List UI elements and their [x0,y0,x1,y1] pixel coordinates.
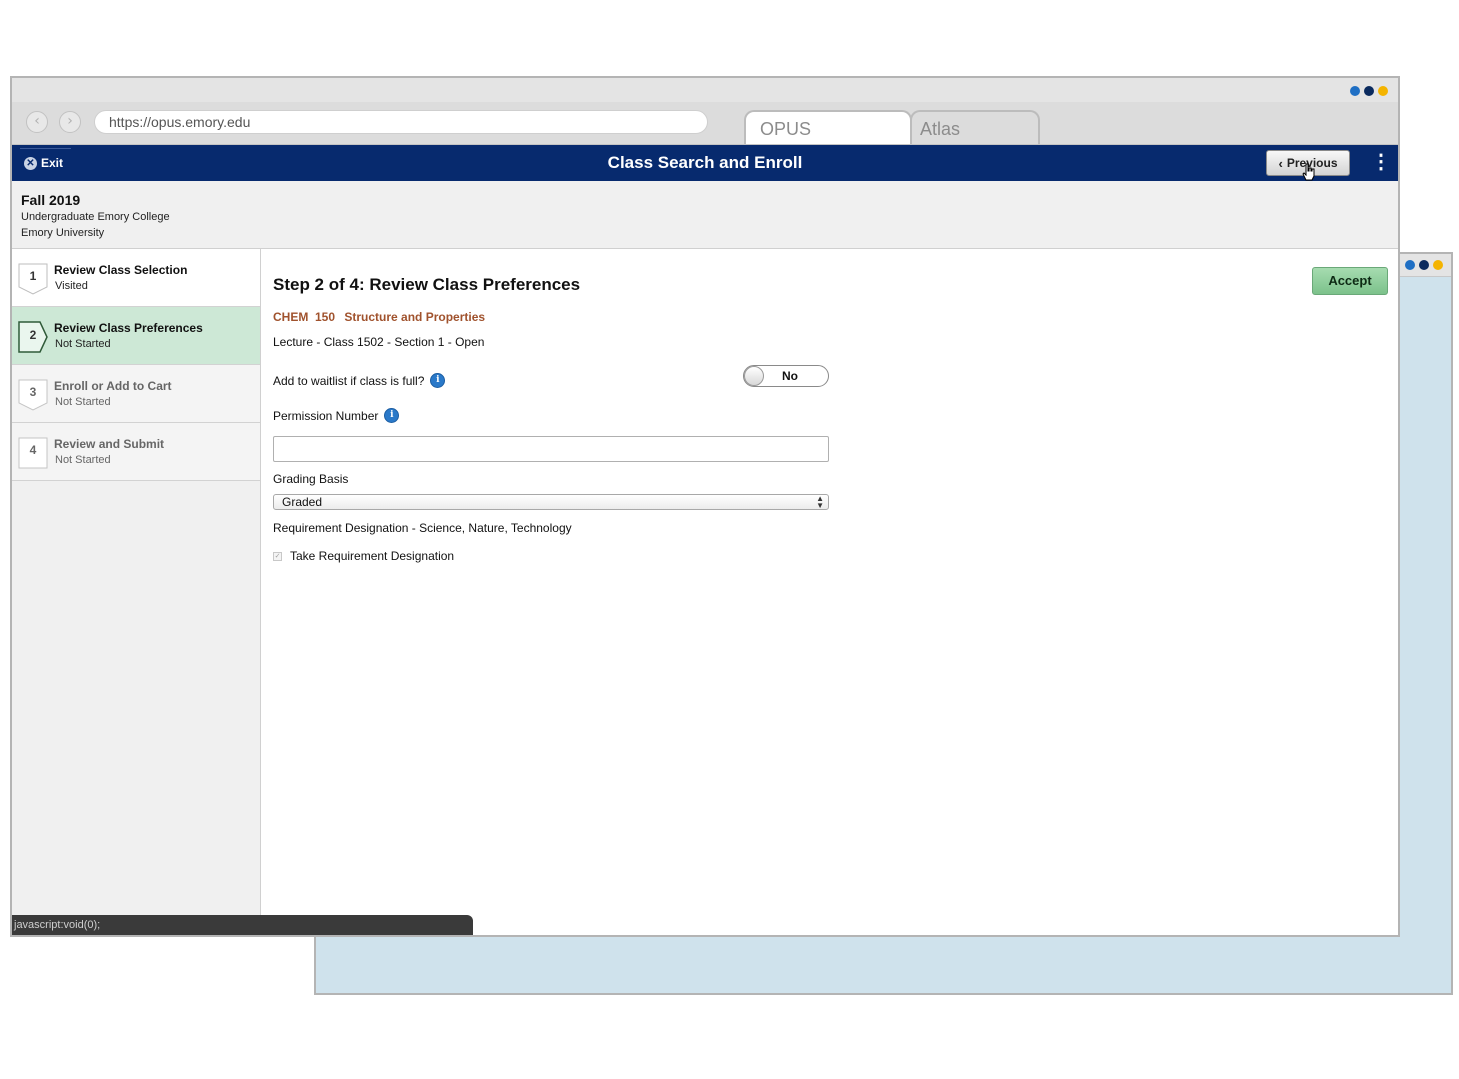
step-number: 3 [29,385,37,399]
browser-toolbar: ‹ › https://opus.emory.edu OPUS Atlas [12,102,1398,145]
tab-opus[interactable]: OPUS [744,110,912,144]
info-icon[interactable]: i [430,373,446,388]
url-bar[interactable]: https://opus.emory.edu [94,110,708,134]
window-dot-icon[interactable] [1378,86,1388,96]
status-bar: javascript:void(0); [12,915,473,935]
waitlist-label: Add to waitlist if class is full? [273,373,425,388]
course-title: CHEM 150 Structure and Properties [273,310,485,324]
step-sidebar: 1 Review Class Selection Visited 2 Revie… [12,249,261,935]
take-requirement-checkbox[interactable]: ✓ [273,551,282,561]
window-titlebar [12,78,1398,102]
back-button[interactable]: ‹ [26,111,48,133]
grading-value: Graded [282,495,323,509]
term-career: Undergraduate Emory College [21,211,170,223]
permission-number-input[interactable] [273,436,829,462]
take-requirement-row: ✓ Take Requirement Designation [273,549,454,563]
kebab-menu-icon[interactable]: ⋮ [1371,150,1391,176]
window-dot-icon[interactable] [1350,86,1360,96]
hand-cursor-icon [1302,163,1315,181]
step-item-review-and-submit[interactable]: 4 Review and Submit Not Started [12,423,260,481]
grading-label: Grading Basis [273,472,349,486]
step-label: Review Class Preferences [54,321,203,335]
step-item-review-class-selection[interactable]: 1 Review Class Selection Visited [12,249,260,307]
permission-label: Permission Number [273,408,379,423]
step-label: Review Class Selection [54,263,188,277]
permission-label-row: Permission Number i [273,408,400,423]
chevron-left-icon: ‹ [1278,155,1283,171]
info-icon[interactable]: i [384,408,400,423]
main-content: Step 2 of 4: Review Class Preferences Ac… [261,249,1398,935]
waitlist-toggle[interactable]: No [743,365,829,387]
window-dot-icon[interactable] [1364,86,1374,96]
step-status: Not Started [55,338,111,350]
waitlist-label-row: Add to waitlist if class is full? i [273,373,446,388]
background-window-controls [1405,260,1443,270]
term-info: Fall 2019 Undergraduate Emory College Em… [12,181,1398,249]
step-heading: Step 2 of 4: Review Class Preferences [273,275,581,294]
accept-button[interactable]: Accept [1312,267,1388,295]
course-code: CHEM 150 [273,310,336,324]
window-controls [1350,86,1388,96]
window-dot-icon[interactable] [1405,260,1415,270]
forward-button[interactable]: › [59,111,81,133]
take-requirement-label: Take Requirement Designation [290,549,455,563]
step-item-review-class-preferences[interactable]: 2 Review Class Preferences Not Started [12,307,260,365]
window-dot-icon[interactable] [1419,260,1429,270]
toggle-value: No [782,369,798,383]
step-label: Review and Submit [54,437,165,451]
term-title: Fall 2019 [21,192,81,208]
step-label: Enroll or Add to Cart [54,379,172,393]
step-item-enroll-or-add-to-cart[interactable]: 3 Enroll or Add to Cart Not Started [12,365,260,423]
chevron-right-icon: › [67,113,73,129]
term-institution: Emory University [21,227,105,239]
chevron-left-icon: ‹ [34,113,40,129]
grading-basis-select[interactable]: Graded ▲ ▼ [273,494,829,510]
step-status: Not Started [55,454,111,466]
window-dot-icon[interactable] [1433,260,1443,270]
course-name: Structure and Properties [344,310,486,324]
tab-atlas[interactable]: Atlas [910,110,1040,144]
step-status: Not Started [55,396,111,408]
app-header: ✕ Exit Class Search and Enroll ‹ Previou… [12,145,1398,181]
step-number: 4 [29,443,37,457]
class-info: Lecture - Class 1502 - Section 1 - Open [273,335,485,349]
step-number: 2 [29,328,37,342]
step-status: Visited [55,280,88,292]
page-title: Class Search and Enroll [607,153,803,172]
select-arrows-icon: ▲ ▼ [816,494,824,510]
step-number: 1 [29,269,37,283]
browser-window: ‹ › https://opus.emory.edu OPUS Atlas ✕ … [10,76,1400,937]
toggle-knob [744,366,764,386]
requirement-designation: Requirement Designation - Science, Natur… [273,521,572,535]
